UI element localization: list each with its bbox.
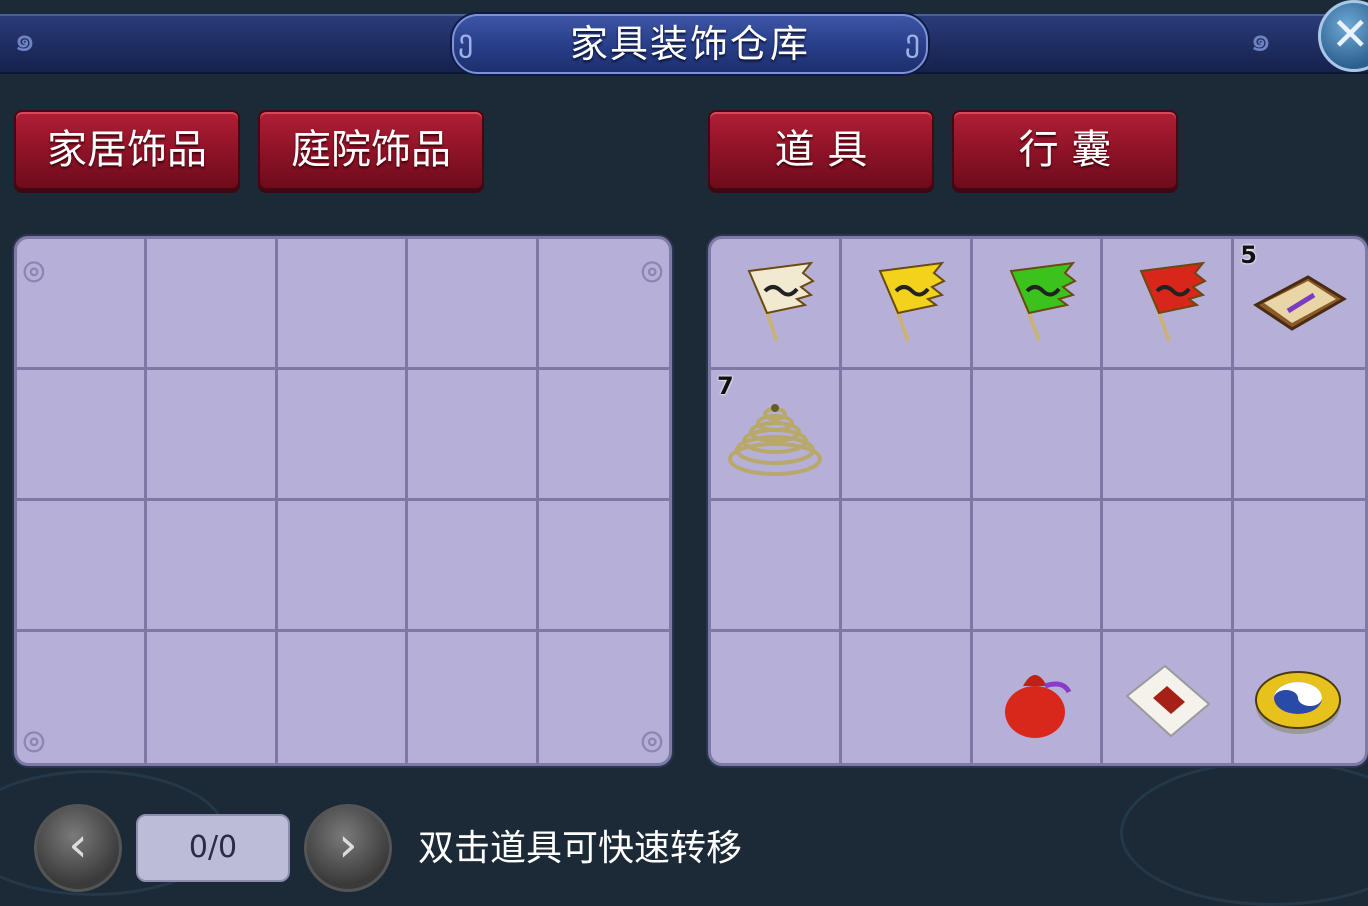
- swirl-decoration-icon: ๑: [14, 20, 36, 60]
- next-page-button[interactable]: ›: [304, 804, 392, 892]
- white-flag-icon[interactable]: [725, 253, 825, 353]
- item-slot[interactable]: [1103, 239, 1235, 370]
- prev-page-button[interactable]: ‹: [34, 804, 122, 892]
- green-flag-icon[interactable]: [987, 253, 1087, 353]
- tab-courtyard-decor[interactable]: 庭院饰品: [258, 110, 484, 190]
- item-slot[interactable]: [1234, 632, 1365, 763]
- tab-bag[interactable]: 行 囊: [952, 110, 1178, 190]
- incense-coil-icon[interactable]: [725, 384, 825, 484]
- storage-slot[interactable]: [147, 239, 278, 370]
- yellow-flag-icon[interactable]: [856, 253, 956, 353]
- title-plate: ე 家具装饰仓库 ე: [452, 14, 928, 74]
- storage-slot[interactable]: [408, 632, 539, 763]
- item-slot[interactable]: [972, 239, 1104, 370]
- page-indicator: 0/0: [136, 814, 290, 882]
- storage-slot[interactable]: [538, 370, 669, 501]
- storage-slot[interactable]: [278, 632, 409, 763]
- storage-slot[interactable]: [408, 501, 539, 632]
- item-slot[interactable]: [841, 239, 973, 370]
- storage-slot[interactable]: [277, 501, 409, 632]
- red-flag-icon[interactable]: [1117, 253, 1217, 353]
- storage-slot[interactable]: [408, 370, 539, 501]
- item-slot[interactable]: [1234, 370, 1365, 501]
- corner-ornament-icon: ၜ: [21, 239, 47, 293]
- storage-slot[interactable]: [147, 632, 278, 763]
- storage-slot[interactable]: [408, 239, 539, 370]
- storage-slot[interactable]: [277, 370, 409, 501]
- storage-slot[interactable]: [147, 370, 278, 501]
- item-slot[interactable]: [1103, 501, 1235, 632]
- item-slot[interactable]: [711, 239, 842, 370]
- tab-items[interactable]: 道 具: [708, 110, 934, 190]
- item-slot[interactable]: [711, 632, 842, 763]
- window-title: 家具装饰仓库: [569, 22, 810, 66]
- storage-grid: ၜ ၜ ၜ ၜ: [14, 236, 672, 766]
- corner-ornament-icon: ၜ: [639, 239, 665, 293]
- swirl-decoration-icon: ე: [904, 24, 920, 59]
- swirl-decoration-icon: ๑: [1250, 20, 1272, 60]
- storage-slot[interactable]: [17, 370, 148, 501]
- item-slot[interactable]: [711, 501, 842, 632]
- storage-slot[interactable]: [17, 501, 148, 632]
- storage-slot[interactable]: [277, 239, 409, 370]
- item-slot[interactable]: [972, 370, 1104, 501]
- scroll-box-icon[interactable]: [1248, 253, 1348, 353]
- storage-slot[interactable]: [538, 501, 669, 632]
- item-slot[interactable]: [841, 370, 973, 501]
- item-slot[interactable]: [842, 632, 973, 763]
- corner-ornament-icon: ၜ: [639, 709, 665, 763]
- item-slot[interactable]: [973, 632, 1104, 763]
- item-grid: 57: [708, 236, 1368, 766]
- item-slot[interactable]: [1234, 501, 1365, 632]
- tab-home-decor[interactable]: 家居饰品: [14, 110, 240, 190]
- envelope-icon[interactable]: [1117, 646, 1217, 746]
- bg-cloud: [1120, 760, 1368, 906]
- transfer-hint: 双击道具可快速转移: [418, 828, 743, 869]
- corner-ornament-icon: ၜ: [21, 709, 47, 763]
- item-slot[interactable]: [1103, 370, 1235, 501]
- item-slot[interactable]: [972, 501, 1104, 632]
- taiji-compass-icon[interactable]: [1248, 646, 1348, 746]
- red-pouch-icon[interactable]: [987, 646, 1087, 746]
- item-slot[interactable]: 5: [1234, 239, 1365, 370]
- storage-slot[interactable]: [147, 501, 278, 632]
- item-slot[interactable]: [841, 501, 973, 632]
- item-slot[interactable]: [1103, 632, 1235, 763]
- item-slot[interactable]: 7: [711, 370, 842, 501]
